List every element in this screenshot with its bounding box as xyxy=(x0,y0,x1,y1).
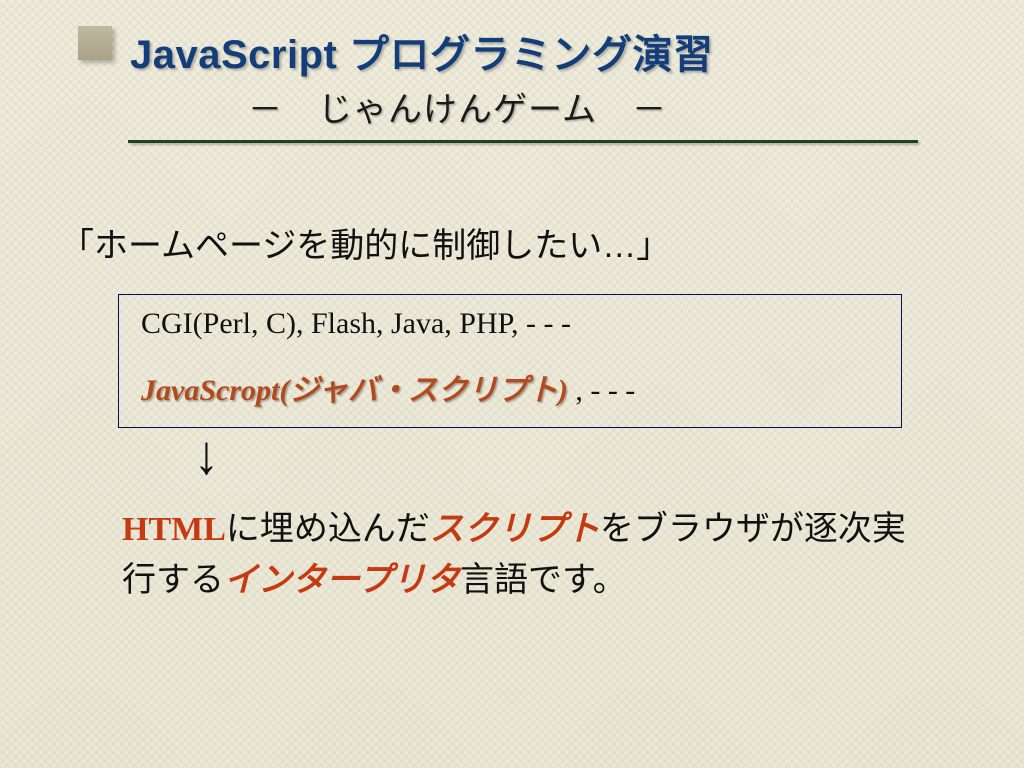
explain-seg1: に埋め込んだ xyxy=(226,510,430,548)
js-tail: , - - - xyxy=(568,374,635,407)
tech-list-line: CGI(Perl, C), Flash, Java, PHP, - - - xyxy=(141,307,879,341)
explanation-text: HTMLに埋め込んだスクリプトをブラウザが逐次実行するインタープリタ言語です。 xyxy=(122,504,922,606)
title-block: JavaScript プログラミング演習 xyxy=(130,22,910,80)
down-arrow-icon: ↓ xyxy=(194,428,219,483)
keyword-html: HTML xyxy=(122,511,226,548)
slide-title: JavaScript プログラミング演習 xyxy=(130,22,910,80)
slide-subtitle: － じゃんけんゲーム － xyxy=(248,82,667,131)
keyword-interpreter: インタープリタ xyxy=(224,561,460,599)
technologies-box: CGI(Perl, C), Flash, Java, PHP, - - - Ja… xyxy=(118,294,902,428)
js-close-paren: ) xyxy=(558,374,568,407)
js-japanese: ジャバ・スクリプト xyxy=(289,374,558,407)
title-bullet-square xyxy=(78,26,112,60)
slide: JavaScript プログラミング演習 － じゃんけんゲーム － 「ホームペー… xyxy=(0,0,1024,768)
explain-seg3: 言語です。 xyxy=(460,561,627,599)
title-underline xyxy=(128,140,918,143)
keyword-script: スクリプト xyxy=(430,510,600,548)
javascript-line: JavaScropt(ジャバ・スクリプト) , - - - xyxy=(141,365,879,409)
intro-line: 「ホームページを動的に制御したい…」 xyxy=(60,218,670,267)
js-english: JavaScropt( xyxy=(141,374,289,407)
